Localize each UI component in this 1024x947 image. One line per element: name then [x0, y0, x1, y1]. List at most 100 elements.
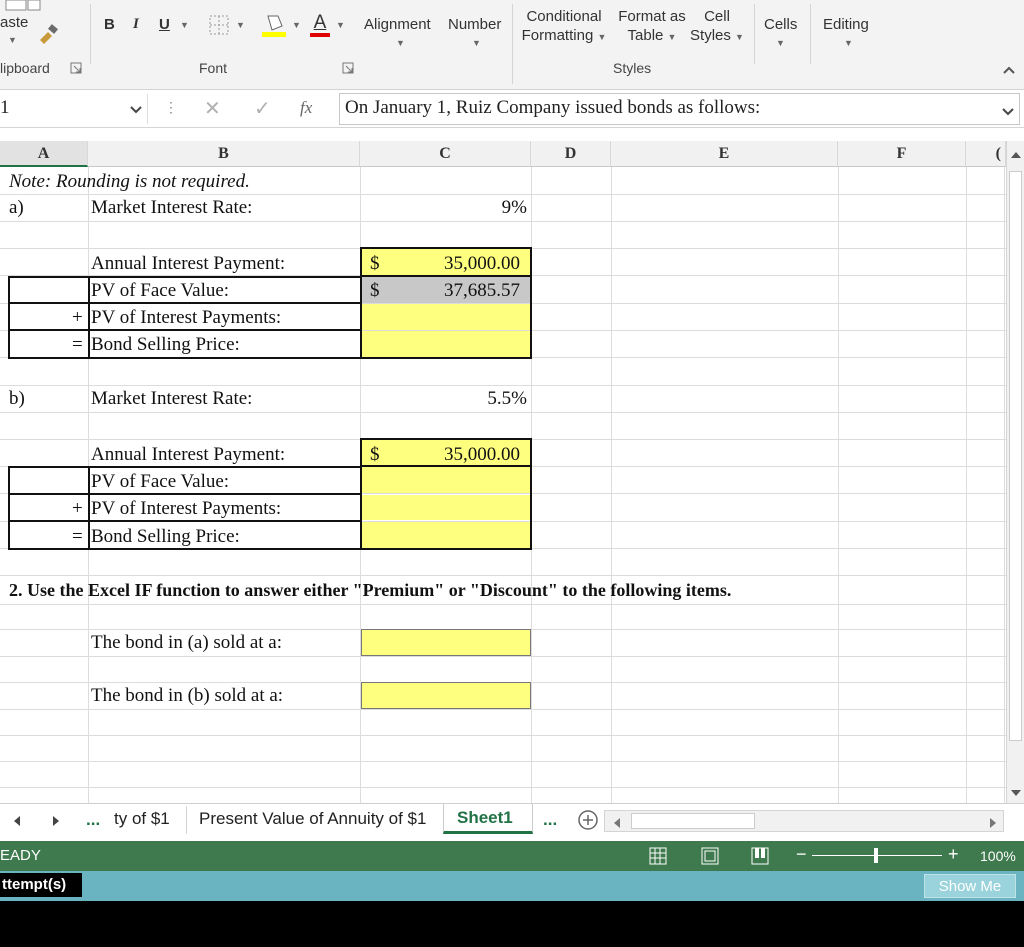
next-sheet-icon[interactable] — [52, 814, 60, 832]
font-group-label: Font — [199, 60, 228, 76]
part-a-label: a) — [9, 197, 24, 218]
bold-button[interactable]: B — [104, 16, 115, 33]
format-as-table-label-2: Table — [627, 27, 664, 44]
editing-dropdown-icon[interactable]: ▼ — [844, 38, 853, 48]
column-header-d[interactable]: D — [531, 141, 611, 167]
cell-styles-button[interactable]: Cell Styles ▼ — [686, 8, 748, 52]
zoom-slider-thumb[interactable] — [874, 848, 878, 863]
b-pv-interest-cell[interactable] — [362, 495, 530, 520]
alignment-button[interactable]: Alignment — [364, 16, 431, 33]
a-selling-price-cell[interactable] — [362, 331, 530, 357]
hscroll-left-icon[interactable] — [613, 816, 621, 834]
bond-a-answer-cell[interactable] — [361, 629, 531, 656]
show-me-button[interactable]: Show Me — [924, 874, 1016, 898]
hscroll-right-icon[interactable] — [989, 816, 997, 834]
formula-bar: 1 ⋮ ✕ ✓ fx On January 1, Ruiz Company is… — [0, 90, 1024, 128]
hscroll-thumb[interactable] — [631, 813, 755, 829]
scroll-up-icon[interactable] — [1010, 147, 1022, 165]
conditional-formatting-label-2: Formatting — [521, 27, 594, 44]
font-color-dropdown-icon[interactable]: ▼ — [336, 20, 345, 30]
editing-button[interactable]: Editing — [823, 16, 869, 33]
a-pv-interest-cell[interactable] — [362, 304, 530, 330]
cancel-entry-icon[interactable]: ✕ — [204, 96, 221, 121]
prev-sheet-icon[interactable] — [13, 814, 21, 832]
format-as-table-button[interactable]: Format as Table ▼ — [612, 8, 692, 52]
a-rate-value[interactable]: 9% — [360, 197, 527, 219]
paste-dropdown-icon[interactable]: ▼ — [8, 35, 17, 45]
more-options-icon[interactable]: ⋮ — [164, 99, 178, 116]
b-pv-face-cell[interactable] — [362, 467, 530, 493]
column-header-f[interactable]: F — [838, 141, 966, 167]
font-color-letter: A — [313, 12, 327, 33]
scroll-down-icon[interactable] — [1010, 785, 1022, 803]
cell-styles-label-2: Styles — [690, 27, 731, 44]
column-header-e[interactable]: E — [611, 141, 838, 167]
b-payment-value: 35,000.00 — [444, 444, 520, 465]
zoom-slider[interactable] — [812, 848, 942, 863]
zoom-out-icon[interactable]: − — [796, 844, 807, 865]
font-dialog-launcher-icon[interactable] — [342, 61, 354, 79]
column-header-c[interactable]: C — [360, 141, 531, 167]
borders-icon[interactable] — [208, 14, 230, 41]
a-row-sep — [8, 329, 362, 331]
vertical-scrollbar[interactable] — [1006, 141, 1024, 803]
paste-icon[interactable] — [4, 0, 44, 14]
tabs-ellipsis-left[interactable]: ... — [86, 810, 100, 830]
b-pv-face-label: PV of Face Value: — [91, 471, 230, 492]
clipboard-dialog-launcher-icon[interactable] — [70, 61, 82, 79]
normal-view-icon[interactable] — [648, 846, 668, 871]
horizontal-scrollbar[interactable] — [604, 810, 1004, 832]
a-equals-sign: = — [72, 334, 83, 355]
number-button[interactable]: Number — [448, 16, 501, 33]
sheet-tab-pv-annuity[interactable]: Present Value of Annuity of $1 — [199, 809, 426, 829]
underline-dropdown-icon[interactable]: ▼ — [180, 20, 189, 30]
insert-function-icon[interactable]: fx — [300, 98, 312, 118]
a-row-sep — [8, 302, 362, 304]
b-plus-sign: + — [72, 498, 83, 519]
b-selling-price-cell[interactable] — [362, 522, 530, 548]
sheet-tab-annuity-partial[interactable]: ty of $1 — [114, 809, 170, 829]
cells-button[interactable]: Cells — [764, 16, 797, 33]
a-payment-dollar: $ — [370, 253, 380, 274]
collapse-ribbon-icon[interactable] — [1002, 62, 1016, 80]
formula-input[interactable]: On January 1, Ruiz Company issued bonds … — [339, 93, 1020, 125]
bond-a-text: The bond in (a) sold at a: — [91, 632, 283, 653]
divider — [810, 4, 811, 64]
column-header-g[interactable]: ( — [966, 141, 1006, 167]
zoom-level[interactable]: 100% — [980, 848, 1016, 864]
page-layout-view-icon[interactable] — [700, 846, 720, 871]
conditional-formatting-label-1: Conditional — [526, 8, 602, 25]
divider — [512, 4, 513, 84]
conditional-formatting-button[interactable]: Conditional Formatting ▼ — [519, 8, 609, 52]
scroll-thumb[interactable] — [1009, 171, 1022, 741]
name-box[interactable]: 1 — [0, 94, 148, 124]
tabs-ellipsis-right[interactable]: ... — [543, 810, 557, 830]
font-color-icon[interactable]: A — [310, 12, 330, 38]
zoom-in-icon[interactable]: + — [948, 844, 959, 865]
ribbon: aste ▼ B I U ▼ ▼ ▼ A ▼ Font lipboard Ali… — [0, 0, 1024, 90]
b-rate-value[interactable]: 5.5% — [360, 388, 527, 410]
paste-button[interactable]: aste — [0, 14, 28, 31]
underline-button[interactable]: U — [159, 16, 170, 33]
chevron-down-icon[interactable] — [130, 102, 142, 120]
expand-formula-bar-icon[interactable] — [1002, 104, 1014, 122]
page-break-view-icon[interactable] — [750, 846, 770, 871]
fill-color-dropdown-icon[interactable]: ▼ — [292, 20, 301, 30]
b-label-col-sep — [88, 466, 90, 550]
number-dropdown-icon[interactable]: ▼ — [472, 38, 481, 48]
column-header-b[interactable]: B — [88, 141, 360, 167]
format-painter-icon[interactable] — [36, 22, 60, 51]
borders-dropdown-icon[interactable]: ▼ — [236, 20, 245, 30]
alignment-dropdown-icon[interactable]: ▼ — [396, 38, 405, 48]
add-sheet-icon[interactable] — [577, 809, 599, 836]
fill-color-icon[interactable] — [262, 12, 288, 43]
cells-dropdown-icon[interactable]: ▼ — [776, 38, 785, 48]
worksheet-grid[interactable]: Note: Rounding is not required. a) Marke… — [0, 167, 1006, 803]
italic-button[interactable]: I — [133, 16, 139, 33]
sheet-tab-sheet1[interactable]: Sheet1 — [457, 808, 513, 828]
a-pv-face-label: PV of Face Value: — [91, 280, 230, 301]
confirm-entry-icon[interactable]: ✓ — [254, 96, 271, 121]
column-header-a[interactable]: A — [0, 141, 88, 167]
attempts-bar: ttempt(s) Show Me — [0, 871, 1024, 901]
bond-b-answer-cell[interactable] — [361, 682, 531, 709]
